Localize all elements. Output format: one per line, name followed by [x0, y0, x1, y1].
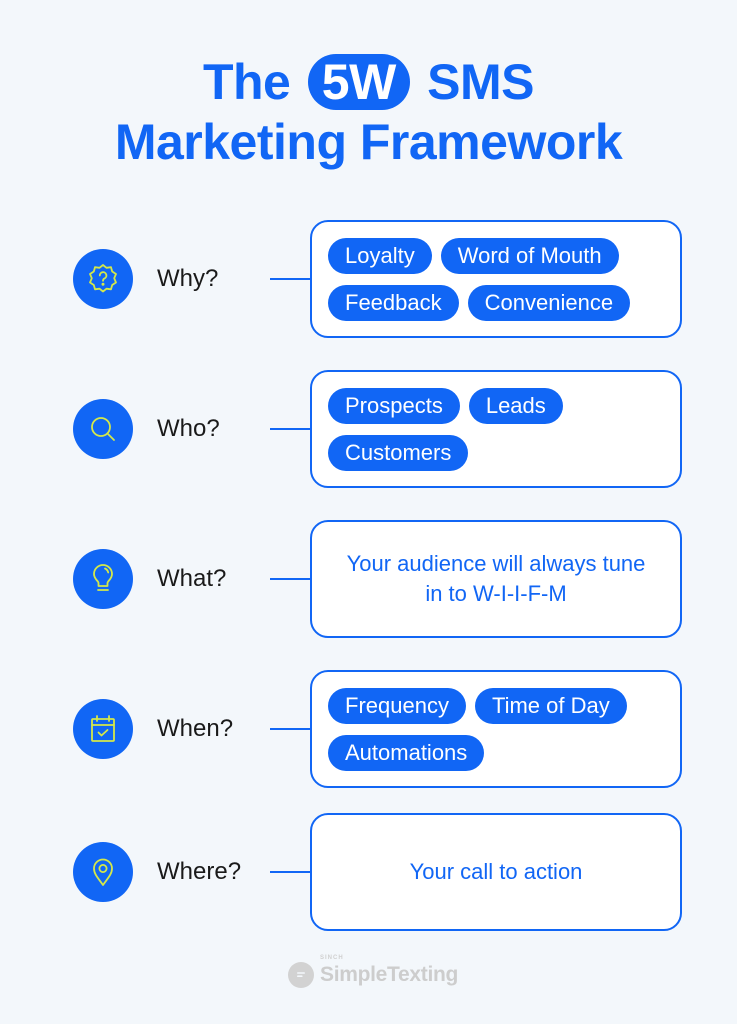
chip-group: Frequency Time of Day Automations — [328, 688, 670, 771]
row-label: Why? — [157, 265, 219, 292]
row-label: When? — [157, 715, 234, 742]
chip-group: Loyalty Word of Mouth Feedback Convenien… — [328, 238, 670, 321]
chat-bubble-icon — [288, 962, 314, 988]
where-description: Your call to action — [409, 859, 583, 884]
calendar-check-icon — [91, 715, 115, 742]
location-pin-icon — [93, 858, 113, 886]
when-box: Frequency Time of Day Automations — [310, 670, 682, 788]
title-prefix: The — [202, 54, 291, 110]
framework-row-who: Who? Prospects Leads Customers — [0, 370, 737, 488]
title-5w-badge: 5W — [307, 54, 410, 110]
page-title: The 5W SMS Marketing Framework — [0, 52, 737, 172]
chip: Customers — [328, 435, 469, 471]
brand-logo: SINCH SimpleTexting — [288, 955, 459, 988]
why-icon-circle — [73, 249, 133, 309]
logo-overline: SINCH — [320, 955, 344, 961]
chip: Leads — [468, 388, 563, 424]
chip: Word of Mouth — [440, 238, 619, 274]
why-box: Loyalty Word of Mouth Feedback Convenien… — [310, 220, 682, 338]
search-icon — [91, 417, 115, 441]
chip: Convenience — [467, 285, 631, 321]
framework-row-where: Where? Your call to action — [0, 813, 737, 931]
connector-line — [270, 278, 310, 280]
framework-row-when: When? Frequency Time of Day Automations — [0, 670, 737, 788]
framework-row-what: What? Your audience will always tune in … — [0, 520, 737, 638]
who-box: Prospects Leads Customers — [310, 370, 682, 488]
question-badge-icon — [89, 264, 117, 293]
row-label: What? — [157, 565, 227, 592]
what-icon-circle — [73, 549, 133, 609]
where-box: Your call to action — [310, 813, 682, 931]
when-icon-circle — [73, 699, 133, 759]
row-label: Where? — [157, 858, 242, 885]
chip: Feedback — [328, 285, 459, 321]
logo-text: SINCH SimpleTexting — [320, 955, 459, 987]
chip: Frequency — [328, 688, 466, 724]
title-line-1: The 5W SMS — [0, 52, 737, 112]
chip: Time of Day — [474, 688, 627, 724]
what-description: Your audience will always tune in to W-I… — [312, 522, 680, 636]
title-suffix: SMS — [427, 54, 535, 110]
where-icon-circle — [73, 842, 133, 902]
connector-line — [270, 578, 310, 580]
lightbulb-icon — [93, 564, 113, 591]
who-icon-circle — [73, 399, 133, 459]
what-text: Your audience will always tune in to W-I… — [346, 551, 646, 606]
title-line-2: Marketing Framework — [114, 114, 623, 170]
chip: Automations — [328, 735, 485, 771]
chip: Loyalty — [328, 238, 432, 274]
chip: Prospects — [328, 388, 460, 424]
logo-name: SimpleTexting — [320, 963, 459, 986]
connector-line — [270, 871, 310, 873]
connector-line — [270, 428, 310, 430]
chip-group: Prospects Leads Customers — [328, 388, 670, 471]
connector-line — [270, 728, 310, 730]
row-label: Who? — [157, 415, 220, 442]
framework-row-why: Why? Loyalty Word of Mouth Feedback Conv… — [0, 220, 737, 338]
what-box: Your audience will always tune in to W-I… — [310, 520, 682, 638]
